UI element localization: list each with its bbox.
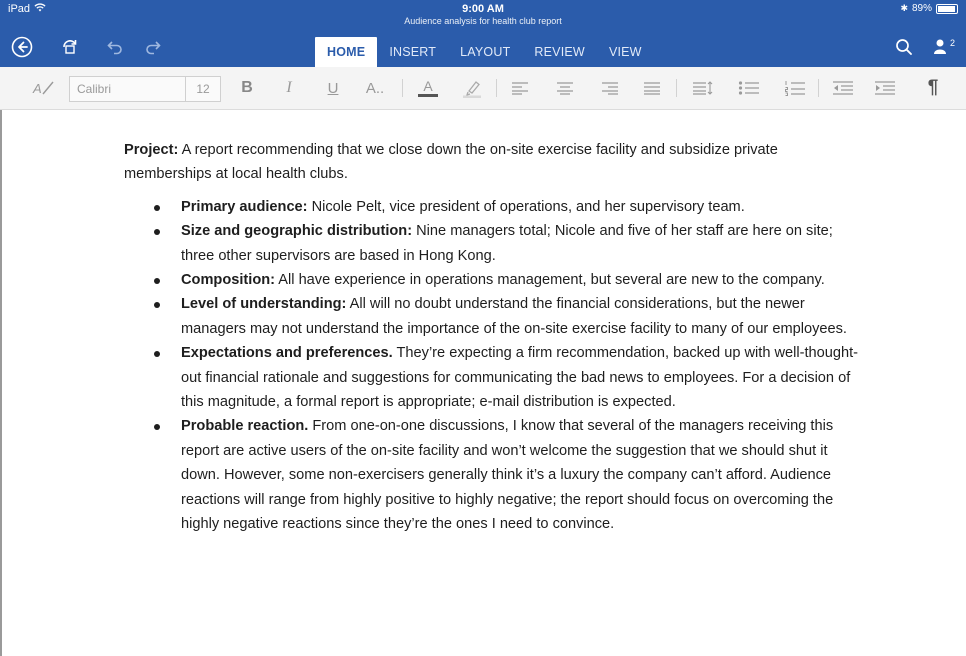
undo-icon[interactable] [103,35,127,59]
toolbar-divider [402,79,403,97]
battery-icon [936,3,958,14]
ribbon-tabs: HOME INSERT LAYOUT REVIEW VIEW [315,37,654,67]
bullet-label: Probable reaction. [181,418,309,435]
font-color-glyph: A [423,78,433,94]
align-left-icon[interactable] [508,76,532,100]
battery-percent: 89% [911,3,932,14]
align-center-icon[interactable] [553,76,577,100]
home-toolbar: A Calibri 12 B I U A.. A ¶ [0,67,966,110]
list-item: Expectations and preferences. They’re ex… [124,341,864,414]
more-text-formatting-button[interactable]: A.. [360,76,390,100]
ribbon: HOME INSERT LAYOUT REVIEW VIEW 2 [0,28,966,67]
document-canvas[interactable]: Project: A report recommending that we c… [0,110,966,656]
share-count: 2 [949,38,955,48]
search-icon[interactable] [892,35,916,59]
redo-icon[interactable] [141,35,165,59]
increase-indent-icon[interactable] [872,76,898,100]
italic-button[interactable]: I [278,76,300,100]
document-title: Audience analysis for health club report [404,16,562,26]
styles-icon[interactable]: A [30,76,58,100]
highlighter-icon[interactable] [458,76,486,100]
tab-home[interactable]: HOME [315,37,378,67]
toolbar-divider [676,79,677,97]
line-spacing-icon[interactable] [690,76,716,100]
audience-bullet-list: Primary audience: Nicole Pelt, vice pres… [124,195,864,537]
file-sync-icon[interactable] [58,35,82,59]
font-size-field[interactable]: 12 [185,77,220,101]
svg-text:A: A [32,81,42,96]
bullet-label: Level of understanding: [181,296,347,313]
status-center: 9:00 AM Audience analysis for health clu… [0,3,966,27]
numbered-list-icon[interactable] [782,76,808,100]
bullet-label: Primary audience: [181,198,308,215]
decrease-indent-icon[interactable] [830,76,856,100]
project-label: Project: [124,142,179,158]
font-color-swatch [418,94,438,97]
project-text: A report recommending that we close down… [124,142,778,183]
font-color-button[interactable]: A [414,76,442,100]
bullet-label: Expectations and preferences. [181,345,393,362]
list-item: Level of understanding: All will no doub… [124,292,864,341]
bullet-label: Composition: [181,272,276,289]
bluetooth-icon: ✱ [900,3,908,13]
font-picker[interactable]: Calibri 12 [69,76,221,102]
bullet-text: All have experience in operations manage… [275,272,825,289]
toolbar-divider [496,79,497,97]
battery-status: ✱ 89% [900,3,958,14]
tab-layout[interactable]: LAYOUT [448,37,522,67]
list-item: Composition: All have experience in oper… [124,268,864,292]
align-right-icon[interactable] [598,76,622,100]
list-item: Primary audience: Nicole Pelt, vice pres… [124,195,864,219]
show-formatting-marks-button[interactable]: ¶ [922,76,944,100]
tab-view[interactable]: VIEW [597,37,654,67]
clock: 9:00 AM [462,3,504,15]
tab-review[interactable]: REVIEW [522,37,597,67]
bullet-text: From one-on-one discussions, I know that… [181,418,834,533]
tab-insert[interactable]: INSERT [377,37,448,67]
underline-button[interactable]: U [322,76,344,100]
project-paragraph: Project: A report recommending that we c… [124,138,864,187]
document-body[interactable]: Project: A report recommending that we c… [124,138,864,537]
bullet-label: Size and geographic distribution: [181,223,413,240]
back-icon[interactable] [10,35,34,59]
font-name-field[interactable]: Calibri [70,77,185,101]
bulleted-list-icon[interactable] [736,76,762,100]
list-item: Probable reaction. From one-on-one discu… [124,414,864,536]
toolbar-divider [818,79,819,97]
justify-icon[interactable] [640,76,664,100]
share-icon[interactable]: 2 [932,35,956,59]
status-bar: iPad 9:00 AM Audience analysis for healt… [0,0,966,28]
list-item: Size and geographic distribution: Nine m… [124,219,864,268]
bullet-text: Nicole Pelt, vice president of operation… [307,198,745,215]
bold-button[interactable]: B [236,76,258,100]
